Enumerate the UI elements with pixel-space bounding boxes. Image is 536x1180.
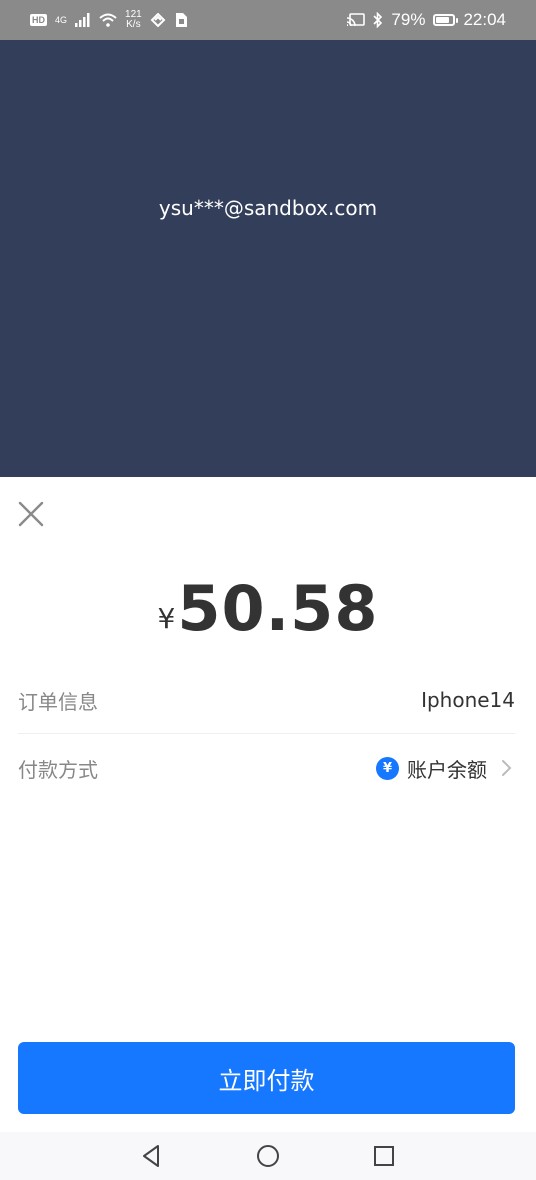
- payment-amount: ¥50.58: [0, 572, 536, 645]
- close-button[interactable]: [14, 497, 48, 531]
- navigation-bar: [0, 1132, 536, 1180]
- status-bar-right: 79% 22:04: [347, 10, 506, 30]
- cast-icon: [347, 13, 366, 27]
- network-type: 4G: [55, 14, 68, 25]
- payment-method-value: 账户余额: [407, 757, 487, 782]
- order-info-value: Iphone14: [421, 688, 515, 712]
- wifi-icon: [99, 13, 117, 27]
- account-email: ysu***@sandbox.com: [158, 196, 378, 220]
- network-speed: 121 K/s: [125, 10, 142, 30]
- sim-icon: [175, 13, 187, 27]
- payment-method-selector[interactable]: ¥ 账户余额: [376, 754, 515, 783]
- pay-now-button[interactable]: 立即付款: [18, 1042, 515, 1114]
- payment-sheet: ¥50.58 订单信息 Iphone14 付款方式 ¥ 账户余额 立即付款: [0, 477, 536, 1132]
- order-info-label: 订单信息: [18, 689, 98, 714]
- triangle-back-icon[interactable]: [138, 1142, 166, 1170]
- yuan-coin-icon: ¥: [376, 756, 399, 780]
- payment-method-label: 付款方式: [18, 757, 98, 782]
- clock: 22:04: [463, 10, 506, 29]
- vpn-icon: [150, 13, 166, 27]
- bluetooth-icon: [373, 12, 383, 28]
- battery-icon: [433, 14, 459, 26]
- order-info-row: 订单信息 Iphone14: [18, 667, 515, 734]
- battery-percent: 79%: [391, 10, 426, 29]
- status-bar-left: HD 4G 121 K/s: [30, 10, 188, 30]
- square-recent-icon[interactable]: [370, 1142, 398, 1170]
- signal-icon: [75, 13, 90, 27]
- amount-value: 50.58: [177, 572, 379, 645]
- background-overlay[interactable]: ysu***@sandbox.com: [0, 40, 536, 477]
- payment-method-row[interactable]: 付款方式 ¥ 账户余额: [18, 735, 515, 801]
- hd-badge: HD: [30, 14, 47, 26]
- network-speed-unit: K/s: [126, 19, 141, 30]
- close-icon: [18, 501, 44, 527]
- chevron-right-icon: [502, 760, 512, 776]
- circle-home-icon[interactable]: [254, 1142, 282, 1170]
- status-bar: HD 4G 121 K/s 79% 22:04: [0, 0, 536, 40]
- currency-symbol: ¥: [157, 602, 176, 635]
